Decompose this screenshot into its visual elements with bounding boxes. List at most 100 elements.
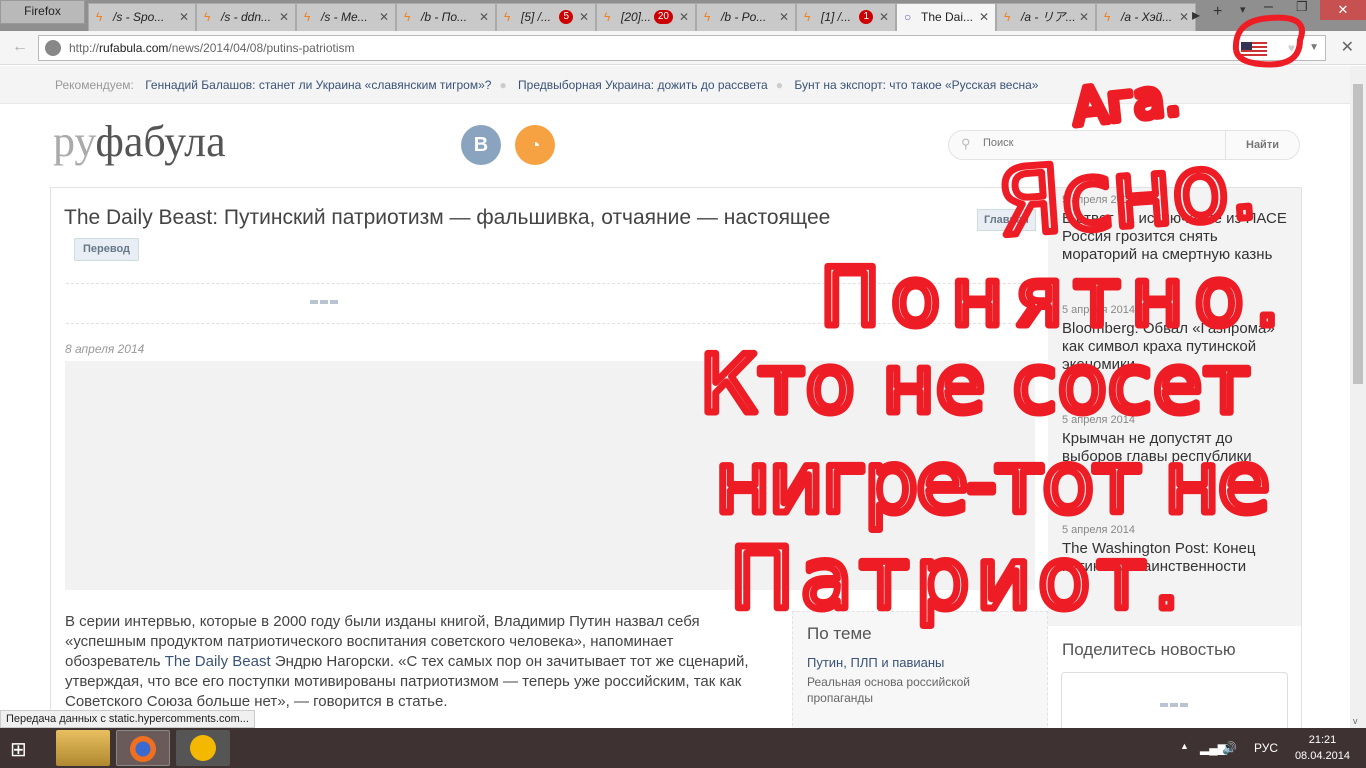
divider	[66, 283, 1036, 284]
separator-dot: ●	[775, 78, 783, 92]
status-bar: Передача данных с static.hypercomments.c…	[0, 710, 255, 728]
aimp-icon[interactable]	[176, 730, 230, 766]
related-link[interactable]: ПЛП	[850, 655, 877, 670]
browser-tab[interactable]: ϟ/a - リア... ✕	[996, 3, 1096, 31]
tab-title: /s - Me...	[321, 10, 368, 24]
browser-tab[interactable]: ϟ [5] /... 5 ✕	[496, 3, 596, 31]
file-explorer-icon[interactable]	[56, 730, 110, 766]
recommend-link[interactable]: Геннадий Балашов: станет ли Украина «сла…	[145, 78, 491, 92]
url-bar[interactable]: http://rufabula.com/news/2014/04/08/puti…	[38, 35, 1326, 61]
recommend-link[interactable]: Предвыборная Украина: дожить до рассвета	[518, 78, 768, 92]
news-title[interactable]: Крымчан не допустят до выборов главы рес…	[1062, 430, 1292, 466]
tab-title: /b - По...	[421, 10, 468, 24]
close-tab-icon[interactable]: ✕	[479, 4, 489, 30]
article-date: 8 апреля 2014	[65, 342, 145, 356]
close-tab-icon[interactable]: ✕	[379, 4, 389, 30]
news-title[interactable]: В ответ на исключение из ПАСЕ Россия гро…	[1062, 210, 1292, 264]
close-tab-icon[interactable]: ✕	[1179, 4, 1189, 30]
lightning-favicon-icon: ϟ	[1004, 10, 1011, 24]
restore-button[interactable]: ❐	[1296, 0, 1308, 15]
minimize-button[interactable]: –	[1264, 0, 1273, 16]
close-tab-icon[interactable]: ✕	[779, 4, 789, 30]
lightning-favicon-icon: ϟ	[704, 10, 711, 24]
news-title[interactable]: Bloomberg: Обвал «Газпрома» как символ к…	[1062, 320, 1292, 374]
browser-tab[interactable]: ○ The Dai... ✕	[896, 3, 996, 31]
close-tab-icon[interactable]: ✕	[979, 4, 989, 30]
news-item[interactable]: 5 апреля 2014 В ответ на исключение из ПА…	[1062, 194, 1292, 264]
back-button[interactable]: ←	[12, 38, 28, 56]
tab-badge: 1	[859, 10, 873, 24]
browser-tab[interactable]: ϟ/s - ddn... ✕	[196, 3, 296, 31]
input-language[interactable]: РУС	[1254, 741, 1278, 755]
tab-title: /s - Spo...	[113, 10, 165, 24]
close-tab-icon[interactable]: ✕	[879, 4, 889, 30]
search-icon: ⚲	[961, 136, 971, 151]
news-item[interactable]: 5 апреля 2014 Bloomberg: Обвал «Газпрома»…	[1062, 304, 1292, 374]
lightning-favicon-icon: ϟ	[304, 10, 311, 24]
firefox-menu-button[interactable]: Firefox	[0, 0, 85, 24]
url-host: rufabula.com	[99, 41, 169, 55]
vk-icon[interactable]: В	[461, 125, 501, 165]
url-prefix: http://	[69, 41, 100, 55]
site-logo[interactable]: руфабула	[53, 116, 226, 167]
windows-start-icon[interactable]: ⊞	[10, 737, 27, 762]
show-hidden-icons[interactable]: ▲	[1180, 741, 1189, 751]
new-tab-button[interactable]: +	[1213, 3, 1222, 21]
rss-icon[interactable]: ◔	[515, 125, 555, 165]
us-flag-icon[interactable]	[1241, 42, 1267, 56]
article-title: The Daily Beast: Путинский патриотизм — …	[64, 206, 831, 229]
tab-title: /s - ddn...	[221, 10, 272, 24]
firefox-taskbar-icon[interactable]	[116, 730, 170, 766]
search-button[interactable]: Найти	[1225, 131, 1299, 159]
source-link[interactable]: The Daily Beast	[165, 653, 271, 670]
news-date: 5 апреля 2014	[1062, 304, 1136, 316]
share-widget[interactable]	[1061, 672, 1288, 732]
scroll-down-icon[interactable]: v	[1353, 716, 1358, 726]
browser-tab[interactable]: ϟ/s - Spo... ✕	[88, 3, 196, 31]
tab-badge: 20	[653, 10, 673, 24]
close-window-button[interactable]: ✕	[1320, 0, 1366, 20]
recommend-label: Рекомендуем:	[55, 78, 134, 92]
browser-tab[interactable]: ϟ/b - Po... ✕	[696, 3, 796, 31]
page-favicon-icon: ○	[904, 10, 912, 24]
tab-title: [1] /...	[821, 10, 852, 24]
translation-tag[interactable]: Перевод	[74, 238, 140, 261]
recommend-link[interactable]: Бунт на экспорт: что такое «Русская весн…	[794, 78, 1038, 92]
news-item[interactable]: 5 апреля 2014 Крымчан не допустят до выбо…	[1062, 414, 1292, 466]
tab-bar: Firefox ϟ/s - Spo... ✕ ϟ/s - ddn... ✕ ϟ/s - …	[0, 0, 1366, 31]
news-date: 5 апреля 2014	[1062, 194, 1136, 206]
browser-tab[interactable]: ϟ [20]... 20 ✕	[596, 3, 696, 31]
lightning-favicon-icon: ϟ	[1104, 10, 1111, 24]
search-input[interactable]	[983, 137, 1223, 149]
close-tab-icon[interactable]: ✕	[679, 4, 689, 30]
article-body: В серии интервью, которые в 2000 году бы…	[65, 612, 765, 712]
url-dropdown-icon[interactable]: ▼	[1309, 36, 1319, 60]
logo-part: ру	[53, 117, 96, 166]
scrollbar-thumb[interactable]	[1353, 84, 1363, 384]
loading-indicator	[1160, 703, 1188, 707]
scroll-tabs-icon[interactable]: ▸	[1192, 5, 1200, 25]
tab-title: [5] /...	[521, 10, 552, 24]
news-title[interactable]: The Washington Post: Конец путинской таи…	[1062, 540, 1292, 576]
browser-tab[interactable]: ϟ/b - По... ✕	[396, 3, 496, 31]
close-tab-icon[interactable]: ✕	[279, 4, 289, 30]
lightning-favicon-icon: ϟ	[96, 10, 103, 24]
browser-tab[interactable]: ϟ/a - Хэй... ✕	[1096, 3, 1196, 31]
close-icon[interactable]: ✕	[1341, 37, 1354, 57]
close-tab-icon[interactable]: ✕	[179, 4, 189, 30]
section-tag[interactable]: Главная	[977, 209, 1036, 231]
tab-list-icon[interactable]: ▾	[1240, 3, 1246, 16]
share-title: Поделитесь новостью	[1062, 640, 1236, 659]
clock[interactable]: 21:21 08.04.2014	[1295, 732, 1350, 764]
related-link[interactable]: и павианы	[878, 655, 944, 670]
browser-tab[interactable]: ϟ/s - Me... ✕	[296, 3, 396, 31]
volume-icon[interactable]: 🔊	[1222, 741, 1237, 755]
bookmark-heart-icon[interactable]: ♥	[1288, 36, 1295, 60]
close-tab-icon[interactable]: ✕	[1079, 4, 1089, 30]
browser-tab[interactable]: ϟ [1] /... 1 ✕	[796, 3, 896, 31]
site-identity-icon[interactable]	[45, 40, 61, 56]
close-tab-icon[interactable]: ✕	[579, 4, 589, 30]
news-item[interactable]: 5 апреля 2014 The Washington Post: Конец …	[1062, 524, 1292, 576]
scrollbar[interactable]: v	[1350, 66, 1366, 728]
related-link[interactable]: Путин	[807, 655, 843, 670]
